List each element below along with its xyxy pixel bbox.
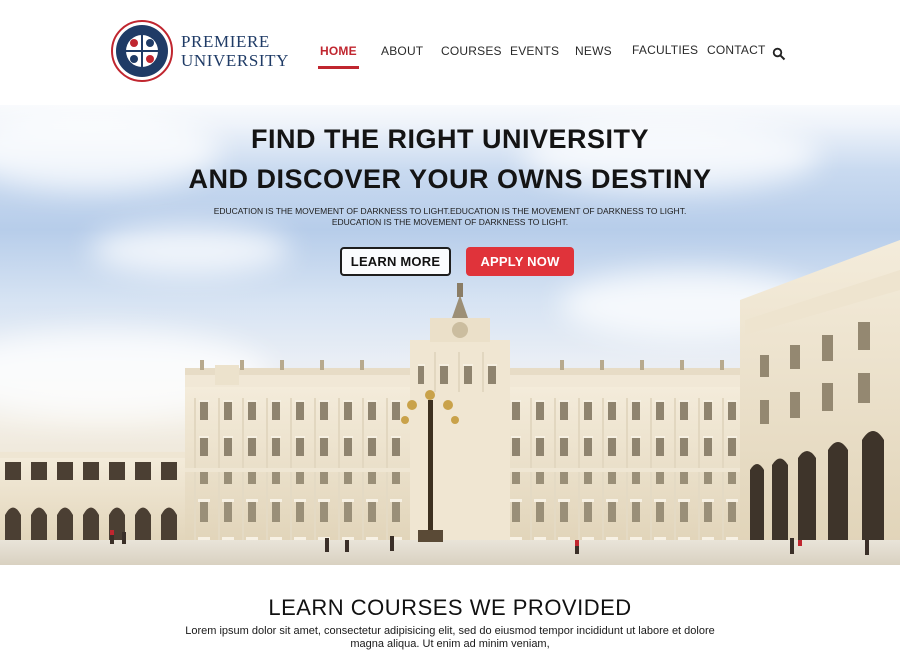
nav-contact[interactable]: CONTACT [707, 43, 766, 57]
courses-description: Lorem ipsum dolor sit amet, consectetur … [175, 625, 725, 650]
nav-about[interactable]: ABOUT [381, 44, 423, 58]
courses-text-line1: Lorem ipsum dolor sit amet, consectetur … [185, 625, 715, 637]
search-icon[interactable] [772, 47, 786, 61]
main-nav: HOME ABOUT COURSES EVENTS NEWS FACULTIES… [0, 43, 900, 74]
nav-home[interactable]: HOME [318, 44, 359, 69]
courses-text-line2: magna aliqua. Ut enim ad minim veniam, [350, 638, 550, 650]
nav-events[interactable]: EVENTS [510, 44, 559, 58]
apply-now-button[interactable]: APPLY NOW [466, 247, 574, 276]
hero-subtitle-line2: EDUCATION IS THE MOVEMENT OF DARKNESS TO… [331, 217, 569, 227]
courses-title: LEARN COURSES WE PROVIDED [268, 595, 632, 620]
hero-subtitle-line1: EDUCATION IS THE MOVEMENT OF DARKNESS TO… [213, 206, 687, 216]
hero-title-line2: AND DISCOVER YOUR OWNS DESTINY [188, 164, 712, 194]
courses-section: LEARN COURSES WE PROVIDED Lorem ipsum do… [0, 565, 900, 650]
hero-title-line1: FIND THE RIGHT UNIVERSITY [250, 124, 649, 154]
nav-faculties[interactable]: FACULTIES [632, 43, 698, 57]
nav-courses[interactable]: COURSES [441, 44, 502, 58]
learn-more-button[interactable]: LEARN MORE [340, 247, 451, 276]
nav-news[interactable]: NEWS [575, 44, 612, 58]
site-header: PREMIERE UNIVERSITY HOME ABOUT COURSES E… [0, 0, 900, 105]
